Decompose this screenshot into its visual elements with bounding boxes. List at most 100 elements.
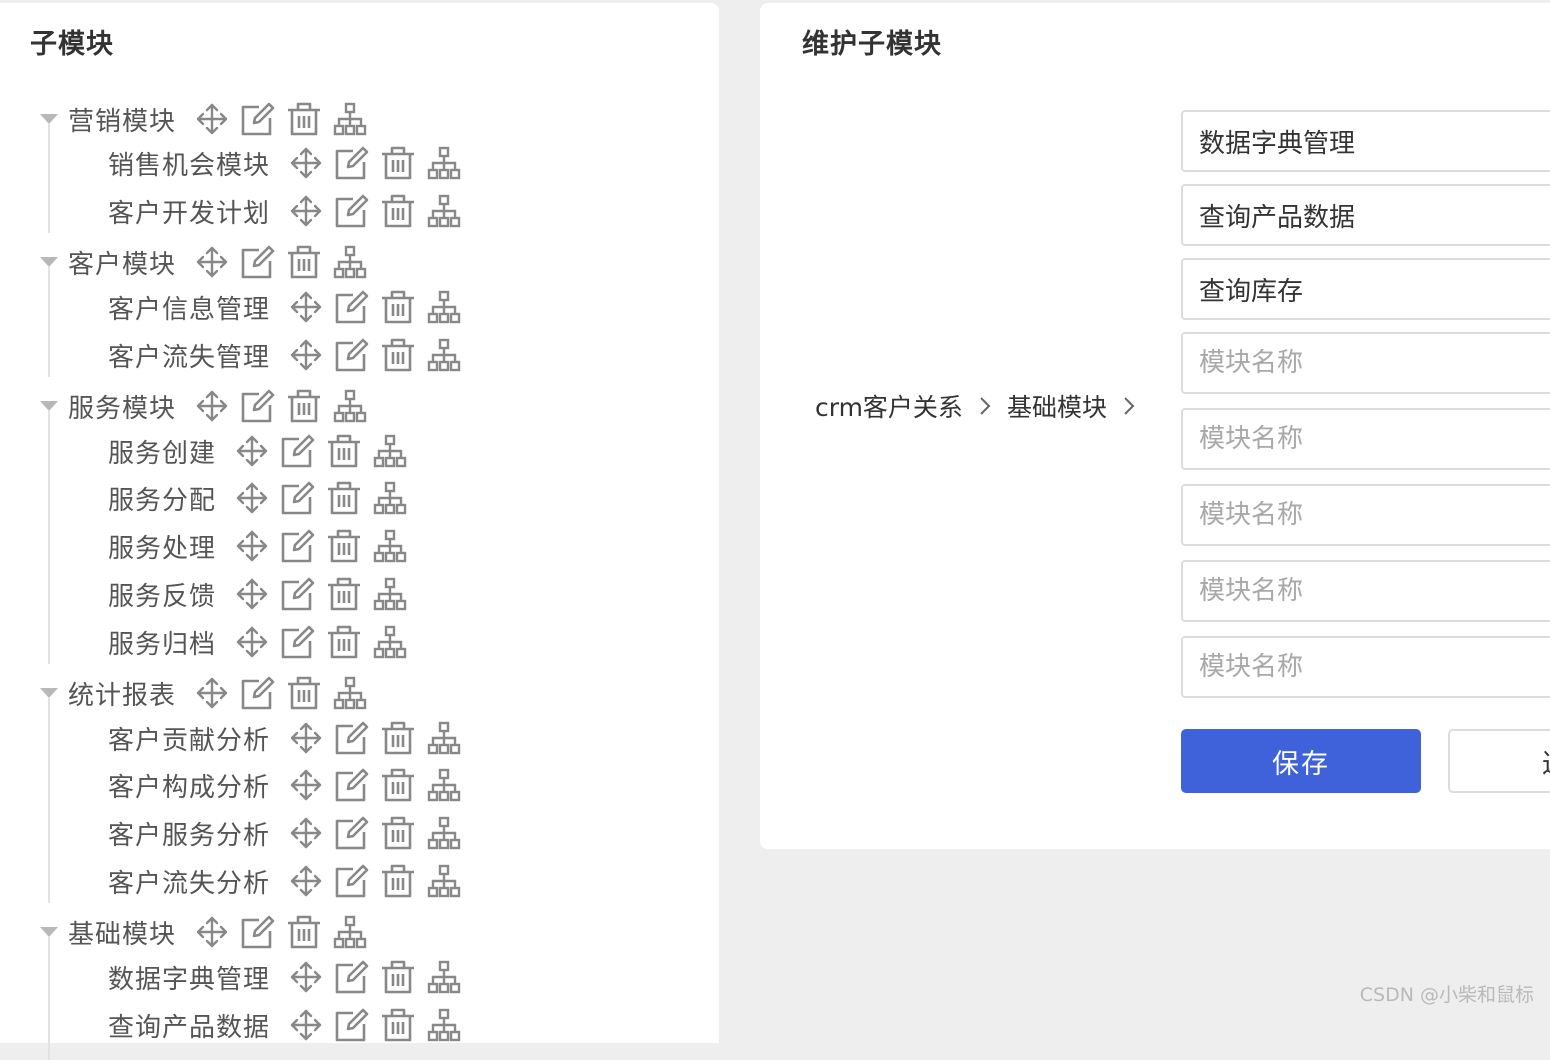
sitemap-icon[interactable] — [426, 767, 462, 803]
edit-icon[interactable] — [280, 528, 316, 564]
delete-icon[interactable] — [326, 528, 362, 564]
move-icon[interactable] — [288, 959, 324, 995]
tree-node-label[interactable]: 查询产品数据 — [108, 1007, 270, 1044]
move-icon[interactable] — [234, 528, 270, 564]
module-name-input[interactable] — [1181, 408, 1550, 470]
edit-icon[interactable] — [334, 193, 370, 229]
sitemap-icon[interactable] — [372, 576, 408, 612]
move-icon[interactable] — [194, 244, 230, 280]
move-icon[interactable] — [288, 145, 324, 181]
delete-icon[interactable] — [380, 337, 416, 373]
sitemap-icon[interactable] — [332, 101, 368, 137]
move-icon[interactable] — [194, 388, 230, 424]
tree-node-label[interactable]: 营销模块 — [68, 101, 176, 138]
tree-node-label[interactable]: 服务分配 — [108, 480, 216, 517]
tree-node-child[interactable]: 销售机会模块 — [108, 143, 462, 183]
edit-icon[interactable] — [334, 145, 370, 181]
tree-node-label[interactable]: 客户流失管理 — [108, 337, 270, 374]
move-icon[interactable] — [234, 624, 270, 660]
tree-node-label[interactable]: 服务创建 — [108, 433, 216, 470]
edit-icon[interactable] — [334, 1007, 370, 1043]
tree-node-child[interactable]: 服务创建 — [108, 431, 408, 471]
delete-icon[interactable] — [286, 244, 322, 280]
move-icon[interactable] — [234, 576, 270, 612]
edit-icon[interactable] — [280, 433, 316, 469]
delete-icon[interactable] — [326, 624, 362, 660]
module-name-input[interactable] — [1181, 184, 1550, 246]
tree-node-child[interactable]: 服务分配 — [108, 478, 408, 518]
tree-node-label[interactable]: 数据字典管理 — [108, 959, 270, 996]
tree-node-parent[interactable]: 统计报表 — [68, 673, 368, 713]
sitemap-icon[interactable] — [426, 863, 462, 899]
move-icon[interactable] — [288, 289, 324, 325]
sitemap-icon[interactable] — [426, 1007, 462, 1043]
delete-icon[interactable] — [286, 675, 322, 711]
tree-node-label[interactable]: 客户模块 — [68, 244, 176, 281]
edit-icon[interactable] — [280, 576, 316, 612]
sitemap-icon[interactable] — [372, 528, 408, 564]
edit-icon[interactable] — [240, 914, 276, 950]
tree-node-child[interactable]: 客户开发计划 — [108, 191, 462, 231]
tree-node-parent[interactable]: 客户模块 — [68, 242, 368, 282]
move-icon[interactable] — [194, 101, 230, 137]
delete-icon[interactable] — [380, 720, 416, 756]
tree-node-label[interactable]: 服务模块 — [68, 388, 176, 425]
delete-icon[interactable] — [380, 1007, 416, 1043]
move-icon[interactable] — [194, 675, 230, 711]
delete-icon[interactable] — [380, 767, 416, 803]
sitemap-icon[interactable] — [372, 624, 408, 660]
edit-icon[interactable] — [240, 388, 276, 424]
move-icon[interactable] — [288, 720, 324, 756]
back-button[interactable]: 返 — [1448, 729, 1550, 793]
tree-node-parent[interactable]: 基础模块 — [68, 912, 368, 952]
tree-node-child[interactable]: 查询产品数据 — [108, 1005, 462, 1045]
tree-node-child[interactable]: 数据字典管理 — [108, 957, 462, 997]
delete-icon[interactable] — [380, 959, 416, 995]
sitemap-icon[interactable] — [426, 337, 462, 373]
sitemap-icon[interactable] — [426, 193, 462, 229]
module-name-input[interactable] — [1181, 332, 1550, 394]
tree-node-label[interactable]: 服务处理 — [108, 528, 216, 565]
delete-icon[interactable] — [380, 863, 416, 899]
tree-node-child[interactable]: 客户服务分析 — [108, 813, 462, 853]
edit-icon[interactable] — [334, 720, 370, 756]
tree-node-label[interactable]: 服务反馈 — [108, 576, 216, 613]
tree-node-child[interactable]: 服务反馈 — [108, 574, 408, 614]
breadcrumb-item-root[interactable]: crm客户关系 — [815, 388, 963, 424]
sitemap-icon[interactable] — [426, 959, 462, 995]
tree-node-label[interactable]: 客户信息管理 — [108, 289, 270, 326]
tree-node-child[interactable]: 服务处理 — [108, 526, 408, 566]
sitemap-icon[interactable] — [372, 433, 408, 469]
move-icon[interactable] — [234, 480, 270, 516]
edit-icon[interactable] — [240, 675, 276, 711]
module-name-input[interactable] — [1181, 258, 1550, 320]
edit-icon[interactable] — [334, 863, 370, 899]
sitemap-icon[interactable] — [426, 720, 462, 756]
delete-icon[interactable] — [326, 433, 362, 469]
move-icon[interactable] — [288, 1007, 324, 1043]
module-name-input[interactable] — [1181, 110, 1550, 172]
save-button[interactable]: 保存 — [1181, 729, 1421, 793]
tree-node-child[interactable]: 客户贡献分析 — [108, 718, 462, 758]
sitemap-icon[interactable] — [332, 244, 368, 280]
tree-node-child[interactable]: 客户信息管理 — [108, 287, 462, 327]
move-icon[interactable] — [288, 193, 324, 229]
tree-node-child[interactable]: 客户流失分析 — [108, 861, 462, 901]
move-icon[interactable] — [288, 815, 324, 851]
edit-icon[interactable] — [334, 767, 370, 803]
sitemap-icon[interactable] — [372, 480, 408, 516]
edit-icon[interactable] — [240, 101, 276, 137]
delete-icon[interactable] — [380, 193, 416, 229]
module-name-input[interactable] — [1181, 484, 1550, 546]
tree-node-parent[interactable]: 服务模块 — [68, 386, 368, 426]
breadcrumb-item-current[interactable]: 基础模块 — [1007, 388, 1107, 424]
edit-icon[interactable] — [334, 337, 370, 373]
edit-icon[interactable] — [334, 289, 370, 325]
tree-node-label[interactable]: 客户开发计划 — [108, 193, 270, 230]
move-icon[interactable] — [288, 863, 324, 899]
edit-icon[interactable] — [280, 480, 316, 516]
tree-node-label[interactable]: 服务归档 — [108, 624, 216, 661]
delete-icon[interactable] — [286, 914, 322, 950]
delete-icon[interactable] — [326, 576, 362, 612]
sitemap-icon[interactable] — [426, 289, 462, 325]
